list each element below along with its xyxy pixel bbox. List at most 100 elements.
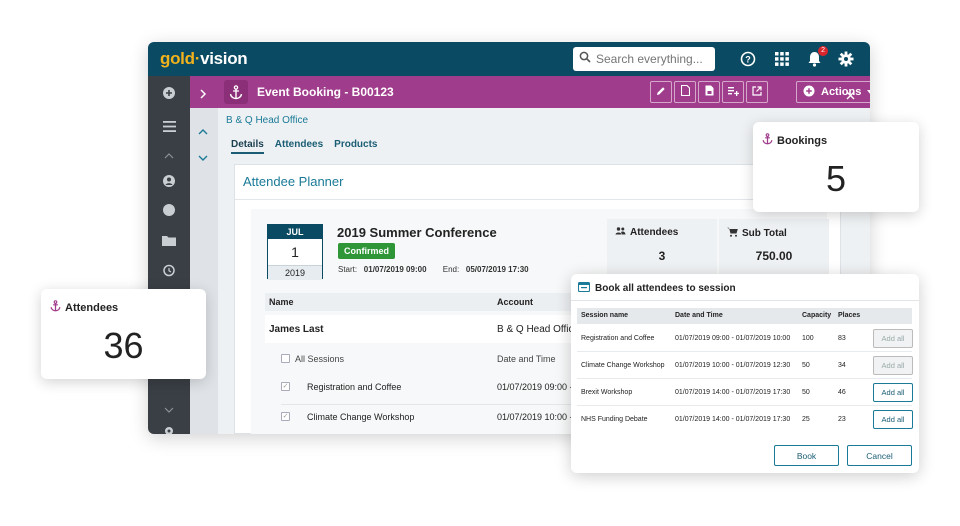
- add-list-button[interactable]: [722, 81, 744, 103]
- global-search[interactable]: [573, 47, 715, 71]
- attendees-label-text: Attendees: [65, 301, 119, 314]
- session-places: 34: [838, 362, 846, 369]
- search-icon: [579, 50, 591, 68]
- actions-label: Actions: [821, 86, 862, 98]
- bookings-value: 5: [825, 158, 847, 199]
- subtotal-stat-label: Sub Total: [727, 227, 787, 240]
- collapse-down-icon[interactable]: [198, 148, 208, 166]
- status-badge: Confirmed: [338, 243, 395, 259]
- help-icon[interactable]: ?: [738, 49, 758, 69]
- start-label: Start:: [338, 265, 358, 274]
- stage: gold·vision ? 2: [0, 0, 960, 526]
- close-icon[interactable]: [846, 87, 855, 105]
- session-name: Registration and Coffee: [307, 382, 402, 392]
- account-link[interactable]: B & Q Head Office: [226, 115, 308, 126]
- start-value: 01/07/2019 09:00: [363, 265, 427, 274]
- gear-icon[interactable]: [836, 49, 856, 69]
- book-button[interactable]: Book: [774, 445, 839, 466]
- edit-button[interactable]: [650, 81, 672, 103]
- sessions-table-header: Session name Date and Time Capacity Plac…: [577, 308, 912, 324]
- logo[interactable]: gold·vision: [160, 49, 248, 69]
- add-all-button[interactable]: Add all: [873, 329, 913, 348]
- session-datetime: 01/07/2019 09:00 -: [497, 382, 573, 392]
- save-icon: [705, 83, 714, 101]
- attendees-label-text: Attendees: [630, 227, 679, 238]
- session-datetime: 01/07/2019 10:00 - 01/07/2019 12:30: [675, 362, 791, 369]
- session-name: Registration and Coffee: [581, 335, 655, 342]
- tab-details[interactable]: Details: [231, 139, 264, 154]
- sub-nav: [190, 76, 218, 434]
- collapse-up-icon[interactable]: [198, 122, 208, 140]
- apps-grid-icon[interactable]: [772, 49, 792, 69]
- session-places: 23: [838, 416, 846, 423]
- logo-vision-text: vision: [200, 49, 248, 68]
- table-row: Climate Change Workshop 01/07/2019 10:00…: [577, 353, 913, 379]
- cancel-button[interactable]: Cancel: [847, 445, 912, 466]
- record-title: Event Booking - B00123: [257, 85, 394, 99]
- contact-icon[interactable]: [161, 173, 177, 189]
- session-name: NHS Funding Debate: [581, 416, 648, 423]
- session-checkbox[interactable]: ✓: [281, 412, 290, 421]
- col-session-name: Session name: [581, 312, 629, 319]
- session-datetime: 01/07/2019 09:00 - 01/07/2019 10:00: [675, 335, 791, 342]
- record-bar: Event Booking - B00123 Actions: [190, 76, 870, 108]
- playlist-add-icon: [727, 83, 739, 101]
- record-tabs: Details Attendees Products: [231, 139, 378, 154]
- session-places: 46: [838, 389, 846, 396]
- bell-icon[interactable]: 2: [804, 46, 828, 69]
- attendees-card-label: Attendees: [50, 300, 118, 315]
- svg-text:?: ?: [745, 55, 751, 65]
- date-time-header: Date and Time: [497, 354, 556, 364]
- calendar-month: JUL: [268, 225, 322, 239]
- cart-icon: [727, 227, 738, 240]
- attendees-stat-value: 3: [658, 249, 666, 263]
- notification-badge: 2: [818, 46, 828, 56]
- col-name: Name: [269, 297, 294, 307]
- add-circle-icon[interactable]: [161, 85, 177, 101]
- save-button[interactable]: [698, 81, 720, 103]
- alarm-icon[interactable]: [161, 262, 177, 278]
- chevron-down-icon[interactable]: [161, 402, 177, 418]
- col-date-time: Date and Time: [675, 312, 723, 319]
- chevron-up-icon[interactable]: [161, 148, 177, 164]
- table-row: Registration and Coffee 01/07/2019 09:00…: [577, 326, 913, 352]
- dialog-title-text: Book all attendees to session: [595, 282, 736, 294]
- anchor-icon: [762, 133, 773, 148]
- subtotal-stat-value: 750.00: [755, 249, 793, 263]
- add-all-button[interactable]: Add all: [873, 356, 913, 375]
- attendee-name: James Last: [269, 324, 324, 335]
- search-input[interactable]: [596, 52, 711, 66]
- circle-icon[interactable]: [161, 202, 177, 218]
- session-name: Climate Change Workshop: [581, 362, 665, 369]
- add-all-button[interactable]: Add all: [873, 410, 913, 429]
- attendees-card: Attendees 36: [41, 289, 206, 379]
- actions-button[interactable]: Actions: [796, 81, 870, 103]
- caret-down-icon: [867, 86, 870, 98]
- all-sessions-label: All Sessions: [295, 354, 345, 364]
- people-icon: [615, 227, 626, 238]
- session-capacity: 25: [802, 416, 810, 423]
- session-capacity: 50: [802, 389, 810, 396]
- calendar-year: 2019: [268, 265, 322, 280]
- session-places: 83: [838, 335, 846, 342]
- add-all-button[interactable]: Add all: [873, 383, 913, 402]
- tab-attendees[interactable]: Attendees: [275, 139, 323, 154]
- tab-products[interactable]: Products: [334, 139, 377, 154]
- session-capacity: 50: [802, 362, 810, 369]
- add-circle-icon: [803, 85, 815, 100]
- attendees-stat-label: Attendees: [615, 227, 678, 238]
- session-checkbox[interactable]: ✓: [281, 382, 290, 391]
- settings-icon[interactable]: [161, 423, 177, 434]
- end-label: End:: [442, 265, 460, 274]
- folder-icon[interactable]: [161, 232, 177, 248]
- session-name: Brexit Workshop: [581, 389, 633, 396]
- all-sessions-checkbox[interactable]: [281, 354, 290, 363]
- document-button[interactable]: [674, 81, 696, 103]
- event-name: 2019 Summer Conference: [337, 225, 497, 240]
- expand-panel-icon[interactable]: [200, 86, 207, 104]
- subtotal-label-text: Sub Total: [742, 228, 787, 239]
- open-external-button[interactable]: [746, 81, 768, 103]
- menu-icon[interactable]: [161, 118, 177, 134]
- bookings-card-label: Bookings: [762, 133, 827, 148]
- session-capacity: 100: [802, 335, 814, 342]
